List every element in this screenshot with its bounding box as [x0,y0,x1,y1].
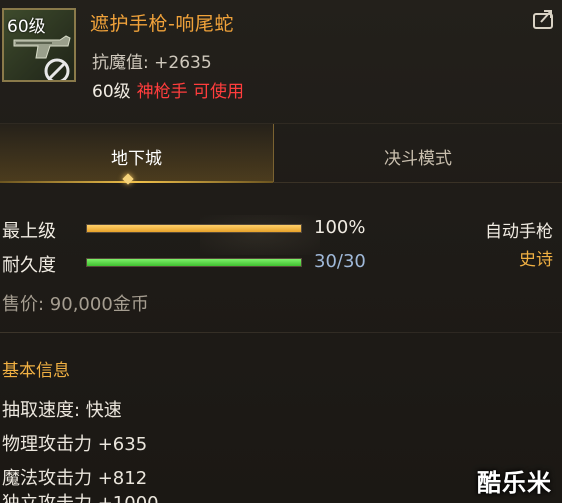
requirement-line: 60级 神枪手 可使用 [92,77,244,102]
weapon-type: 自动手枪 [485,222,553,242]
tab-dungeon-label: 地下城 [111,149,162,169]
info-line-partial: 独立攻击力 +1000 [2,492,159,503]
watermark-logo: 酷乐米 [477,469,552,497]
required-class: 神枪手 可使用 [136,82,245,102]
durability-bar-fill [87,259,301,266]
tab-duel[interactable]: 决斗模式 [274,124,562,182]
item-name: 遮护手枪-响尾蛇 [90,13,234,35]
share-icon[interactable] [532,8,556,30]
background-glow [200,215,320,255]
mode-tabs: 地下城 决斗模式 [0,123,562,183]
sell-price: 售价: 90,000金币 [2,294,149,315]
forbidden-icon [44,58,70,80]
info-line-draw-speed: 抽取速度: 快速 [2,400,122,421]
item-icon-frame: 60级 [2,8,76,82]
tab-dungeon[interactable]: 地下城 [0,124,274,183]
durability-bar [86,258,302,267]
grade-value: 100% [314,217,366,238]
tab-duel-label: 决斗模式 [384,149,452,169]
durability-label: 耐久度 [2,255,56,276]
grade-bar [86,224,302,233]
item-tooltip-panel: 60级 遮护手枪-响尾蛇 抗魔值: +2635 60级 神枪手 可使用 地下城 决… [0,0,562,503]
rarity-label: 史诗 [519,250,553,270]
grade-label: 最上级 [2,221,56,242]
info-line-magic-attack: 魔法攻击力 +812 [2,468,148,489]
grade-bar-fill [87,225,301,232]
info-line-physical-attack: 物理攻击力 +635 [2,434,148,455]
required-level: 60级 [92,82,131,102]
basic-info-title: 基本信息 [2,361,70,381]
durability-value: 30/30 [314,251,366,272]
anti-magic-stat: 抗魔值: +2635 [92,53,212,73]
section-divider [0,332,562,333]
